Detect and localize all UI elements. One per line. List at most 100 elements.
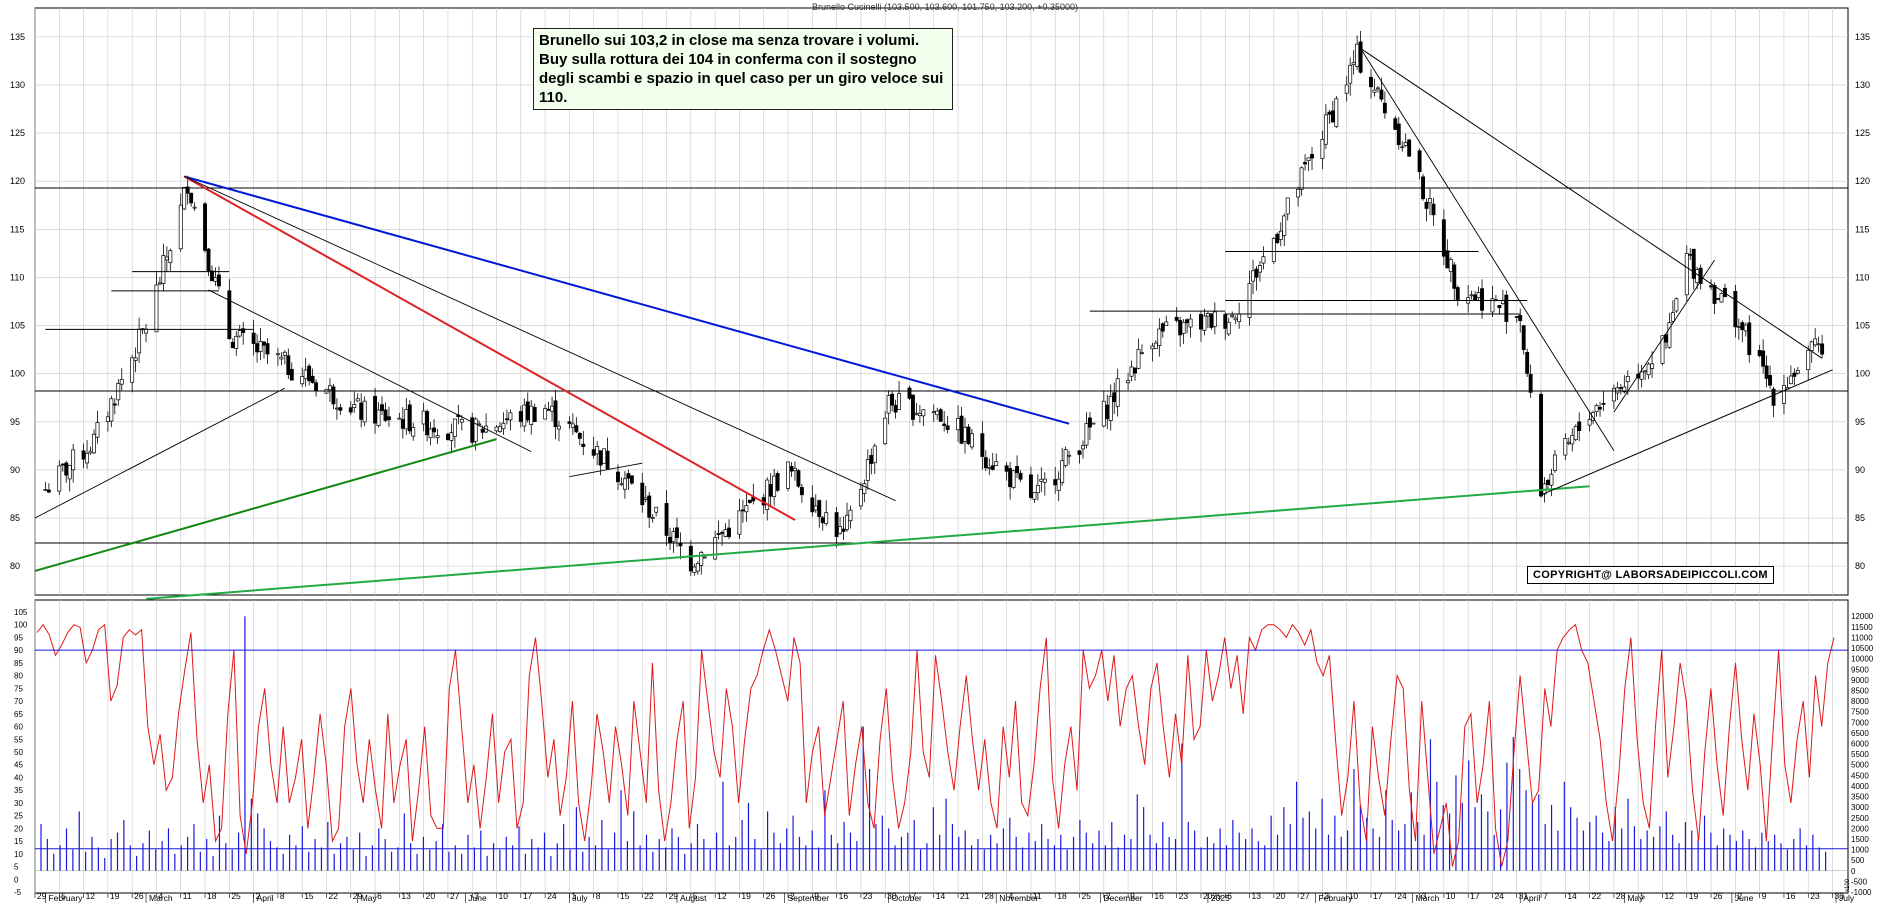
month-label: September bbox=[788, 893, 830, 903]
volume-axis-label: 6500 bbox=[1851, 729, 1869, 738]
candle-body bbox=[1795, 370, 1800, 374]
candle-body bbox=[1615, 387, 1620, 394]
oscillator-axis-label: 0 bbox=[14, 875, 19, 884]
volume-axis-label: 11500 bbox=[1851, 623, 1873, 632]
candle-body bbox=[529, 405, 534, 425]
candle-body bbox=[1275, 233, 1280, 243]
candle-body bbox=[1334, 98, 1339, 127]
candle-body bbox=[1743, 324, 1748, 332]
price-axis-label-left: 95 bbox=[10, 417, 20, 427]
oscillator-axis-label: 70 bbox=[14, 697, 23, 706]
oscillator-axis-label: 55 bbox=[14, 735, 23, 744]
candle-body bbox=[1733, 291, 1738, 328]
volume-axis-label: 4500 bbox=[1851, 771, 1869, 780]
x-tick-label: 14 bbox=[1567, 891, 1577, 901]
candle-body bbox=[914, 412, 919, 415]
oscillator-axis-label: -5 bbox=[14, 888, 22, 897]
candle-body bbox=[1261, 256, 1266, 264]
x-tick-label: 10 bbox=[1446, 891, 1456, 901]
candle-body bbox=[1296, 188, 1301, 198]
candle-body bbox=[869, 455, 874, 464]
candle-body bbox=[1320, 139, 1325, 159]
candle-body bbox=[1455, 287, 1460, 300]
candle-body bbox=[1042, 478, 1047, 483]
price-axis-label-left: 120 bbox=[10, 176, 25, 186]
month-label: April bbox=[257, 893, 274, 903]
candle-body bbox=[397, 417, 402, 420]
candle-body bbox=[1684, 253, 1689, 296]
candle-body bbox=[43, 489, 48, 491]
candle-body bbox=[1060, 460, 1065, 484]
x-tick-label: 26 bbox=[134, 891, 144, 901]
candle-body bbox=[532, 407, 537, 422]
candle-body bbox=[1441, 219, 1446, 257]
candle-body bbox=[675, 527, 679, 538]
x-tick-label: 16 bbox=[1154, 891, 1164, 901]
candle-body bbox=[789, 466, 794, 472]
candle-body bbox=[157, 282, 162, 285]
candle-body bbox=[897, 393, 902, 410]
candle-body bbox=[643, 497, 648, 500]
candle-body bbox=[459, 418, 464, 423]
x-tick-label: 9 bbox=[1762, 891, 1767, 901]
oscillator-axis-label: 20 bbox=[14, 824, 23, 833]
candle-body bbox=[845, 514, 849, 530]
candle-body bbox=[112, 403, 117, 406]
candle-body bbox=[1327, 111, 1332, 115]
candle-body bbox=[1473, 294, 1478, 301]
candle-body bbox=[1500, 300, 1505, 304]
candle-body bbox=[1598, 406, 1602, 410]
candle-body bbox=[1813, 338, 1818, 346]
x-tick-label: 25 bbox=[1082, 891, 1092, 901]
candle-body bbox=[380, 404, 384, 411]
candle-body bbox=[1674, 298, 1679, 312]
oscillator-axis-label: 10 bbox=[14, 850, 23, 859]
candle-body bbox=[1719, 293, 1724, 303]
candle-body bbox=[1258, 265, 1262, 273]
candle-body bbox=[1251, 270, 1255, 282]
oscillator-axis-label: 100 bbox=[14, 621, 28, 630]
month-label: July bbox=[572, 893, 588, 903]
month-label: February bbox=[48, 893, 83, 903]
candle-body bbox=[931, 411, 936, 414]
candle-body bbox=[203, 203, 207, 251]
candle-body bbox=[1348, 64, 1353, 84]
candle-body bbox=[990, 465, 995, 470]
candle-body bbox=[768, 484, 773, 497]
candle-body bbox=[1199, 313, 1203, 330]
price-axis-label-right: 135 bbox=[1855, 32, 1870, 42]
candle-body bbox=[1740, 322, 1745, 331]
x-tick-label: 24 bbox=[1397, 891, 1407, 901]
candle-body bbox=[810, 497, 815, 513]
candle-body bbox=[227, 290, 232, 340]
candle-body bbox=[1369, 76, 1373, 88]
price-axis-label-right: 95 bbox=[1855, 417, 1865, 427]
x-tick-label: 17 bbox=[1373, 891, 1383, 901]
x-tick-label: 12 bbox=[1664, 891, 1674, 901]
candle-body bbox=[262, 341, 266, 346]
price-axis-label-right: 115 bbox=[1855, 224, 1869, 234]
candle-body bbox=[1351, 62, 1356, 66]
x-tick-label: 23 bbox=[1810, 891, 1820, 901]
candle-body bbox=[1188, 318, 1193, 328]
candle-body bbox=[1160, 323, 1165, 332]
volume-axis-label: 3000 bbox=[1851, 803, 1869, 812]
candle-body bbox=[1185, 319, 1190, 324]
candle-body bbox=[692, 566, 697, 573]
candle-body bbox=[258, 340, 263, 352]
x-tick-label: 27 bbox=[450, 891, 460, 901]
x-tick-label: 12 bbox=[86, 891, 96, 901]
candle-body bbox=[980, 433, 985, 457]
price-axis-label-left: 90 bbox=[10, 465, 20, 475]
candle-body bbox=[786, 461, 790, 489]
candle-body bbox=[577, 432, 582, 439]
candle-body bbox=[67, 465, 72, 480]
x-tick-label: 25 bbox=[231, 891, 241, 901]
candle-body bbox=[550, 405, 555, 412]
price-axis-label-left: 105 bbox=[10, 321, 25, 331]
candle-body bbox=[154, 284, 159, 333]
oscillator-axis-label: 25 bbox=[14, 812, 23, 821]
month-label: February bbox=[1318, 893, 1353, 903]
candle-body bbox=[744, 505, 749, 513]
candle-body bbox=[1226, 321, 1231, 335]
